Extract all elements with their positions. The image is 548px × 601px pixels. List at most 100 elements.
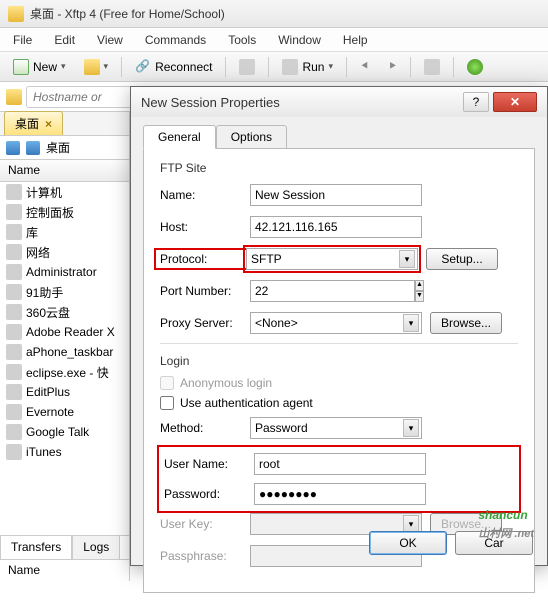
- new-icon: [13, 59, 29, 75]
- host-input[interactable]: [250, 216, 422, 238]
- list-item[interactable]: Administrator: [0, 262, 129, 282]
- menu-view[interactable]: View: [92, 31, 128, 49]
- anonymous-label: Anonymous login: [180, 376, 272, 390]
- forward-button[interactable]: ⯈: [381, 56, 405, 78]
- file-label: 计算机: [26, 184, 62, 201]
- cancel-button[interactable]: Car: [455, 531, 533, 555]
- file-label: 网络: [26, 244, 50, 261]
- file-label: Google Talk: [26, 425, 89, 439]
- file-icon: [6, 224, 22, 240]
- desktop-icon: [6, 141, 20, 155]
- port-spinner[interactable]: ▲▼: [250, 280, 310, 302]
- crumb-label[interactable]: 桌面: [46, 139, 70, 156]
- back-button[interactable]: ⯇: [353, 56, 377, 78]
- chevron-down-icon: ▾: [61, 61, 66, 72]
- menu-bar: File Edit View Commands Tools Window Hel…: [0, 28, 548, 52]
- toolbar: New▾ ▾ 🔗Reconnect Run▾ ⯇ ⯈: [0, 52, 548, 82]
- tab-label: 桌面: [15, 115, 39, 132]
- close-button[interactable]: ✕: [493, 92, 537, 112]
- passphrase-label: Passphrase:: [160, 549, 250, 563]
- separator: [121, 57, 122, 77]
- list-item[interactable]: EditPlus: [0, 382, 129, 402]
- divider: [160, 343, 518, 344]
- menu-edit[interactable]: Edit: [49, 31, 80, 49]
- folder-icon: [6, 89, 22, 105]
- file-icon: [6, 184, 22, 200]
- file-icon: [6, 384, 22, 400]
- close-icon[interactable]: ×: [45, 117, 52, 131]
- tab-logs[interactable]: Logs: [72, 535, 120, 559]
- list-item[interactable]: 91助手: [0, 282, 129, 302]
- dialog-tabs: General Options: [143, 125, 535, 149]
- file-label: aPhone_taskbar: [26, 345, 113, 359]
- list-item[interactable]: aPhone_taskbar: [0, 342, 129, 362]
- protocol-value: SFTP: [251, 252, 282, 266]
- ok-button[interactable]: OK: [369, 531, 447, 555]
- menu-window[interactable]: Window: [273, 31, 326, 49]
- reconnect-button[interactable]: 🔗Reconnect: [128, 56, 219, 78]
- setup-button[interactable]: Setup...: [426, 248, 498, 270]
- proxy-select[interactable]: <None> ▾: [250, 312, 422, 334]
- open-button[interactable]: ▾: [77, 56, 116, 78]
- menu-help[interactable]: Help: [338, 31, 373, 49]
- properties-button[interactable]: [232, 56, 262, 78]
- list-item[interactable]: 库: [0, 222, 129, 242]
- protocol-select[interactable]: SFTP ▾: [246, 248, 418, 270]
- transfer-icon: [424, 59, 440, 75]
- transfer-button[interactable]: [417, 56, 447, 78]
- list-item[interactable]: Adobe Reader X: [0, 322, 129, 342]
- anonymous-input: [160, 376, 174, 390]
- name-header[interactable]: Name: [0, 160, 129, 182]
- arrow-left-icon: ⯇: [360, 59, 370, 74]
- chevron-down-icon: ▾: [403, 419, 419, 437]
- method-select[interactable]: Password ▾: [250, 417, 422, 439]
- menu-commands[interactable]: Commands: [140, 31, 211, 49]
- window-title: 桌面 - Xftp 4 (Free for Home/School): [30, 5, 225, 22]
- name-input[interactable]: [250, 184, 422, 206]
- tab-options[interactable]: Options: [216, 125, 287, 149]
- menu-tools[interactable]: Tools: [223, 31, 261, 49]
- auth-agent-input[interactable]: [160, 396, 174, 410]
- port-input[interactable]: [250, 280, 415, 302]
- file-label: Evernote: [26, 405, 74, 419]
- dialog-titlebar: New Session Properties ? ✕: [131, 87, 547, 117]
- name-label: Name:: [160, 188, 250, 202]
- list-item[interactable]: 控制面板: [0, 202, 129, 222]
- file-list: 计算机控制面板库网络Administrator91助手 360云盘Adobe Re…: [0, 182, 129, 535]
- dialog-buttons: OK Car: [369, 531, 533, 555]
- list-item[interactable]: Google Talk: [0, 422, 129, 442]
- browse-proxy-button[interactable]: Browse...: [430, 312, 502, 334]
- ftp-site-group: FTP Site: [160, 161, 518, 175]
- port-label: Port Number:: [160, 284, 250, 298]
- list-item[interactable]: 网络: [0, 242, 129, 262]
- link-icon: 🔗: [135, 59, 151, 75]
- run-button[interactable]: Run▾: [275, 56, 340, 78]
- auth-agent-checkbox[interactable]: Use authentication agent: [160, 396, 518, 410]
- shield-button[interactable]: [460, 56, 490, 78]
- file-icon: [6, 424, 22, 440]
- tab-desktop[interactable]: 桌面 ×: [4, 111, 63, 135]
- tab-general[interactable]: General: [143, 125, 216, 149]
- chevron-down-icon: ▾: [328, 61, 333, 72]
- list-item[interactable]: iTunes: [0, 442, 129, 462]
- help-button[interactable]: ?: [463, 92, 489, 112]
- list-item[interactable]: 360云盘: [0, 302, 129, 322]
- chevron-down-icon: ▾: [399, 250, 415, 268]
- spin-up-icon[interactable]: ▲: [415, 280, 424, 291]
- tab-transfers[interactable]: Transfers: [0, 535, 72, 559]
- username-input[interactable]: [254, 453, 426, 475]
- new-session-dialog: New Session Properties ? ✕ General Optio…: [130, 86, 548, 566]
- file-label: 360云盘: [26, 304, 70, 321]
- proxy-value: <None>: [255, 316, 298, 330]
- separator: [268, 57, 269, 77]
- list-item[interactable]: Evernote: [0, 402, 129, 422]
- file-icon: [6, 244, 22, 260]
- new-button[interactable]: New▾: [6, 56, 73, 78]
- pane-tabs: 桌面 ×: [0, 112, 129, 136]
- list-item[interactable]: 计算机: [0, 182, 129, 202]
- password-input[interactable]: [254, 483, 426, 505]
- spin-down-icon[interactable]: ▼: [415, 291, 424, 302]
- list-item[interactable]: eclipse.exe - 快: [0, 362, 129, 382]
- userkey-label: User Key:: [160, 517, 250, 531]
- menu-file[interactable]: File: [8, 31, 37, 49]
